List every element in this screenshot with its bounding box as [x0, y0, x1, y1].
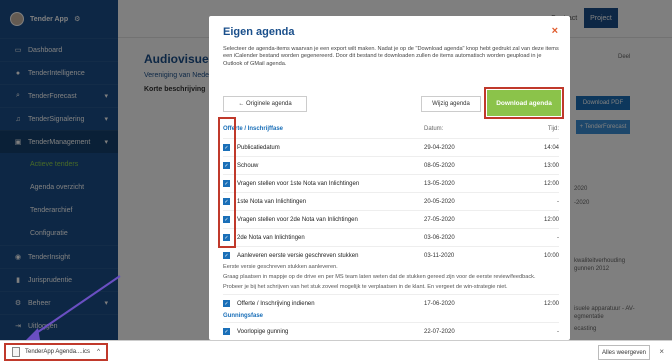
- row-date: 03-06-2020: [424, 234, 455, 241]
- row-label: Publicatiedatum: [237, 144, 280, 151]
- table-row: ✓ Publicatiedatum 29-04-2020 14:04: [223, 138, 559, 156]
- row-label: Schouw: [237, 162, 259, 169]
- table-row: ✓ Aanleveren eerste versie geschreven st…: [223, 246, 559, 264]
- row-time: -: [557, 234, 559, 241]
- downloaded-file[interactable]: TenderApp Agenda....ics ^: [4, 343, 108, 361]
- row-label: Offerte / Inschrijving indienen: [237, 300, 315, 307]
- row-note: Graag plaatsen in mappje op de drive en …: [223, 274, 536, 280]
- row-time: 12:00: [543, 216, 559, 223]
- close-icon[interactable]: ×: [552, 25, 558, 37]
- row-note: Eerste versie geschreven stukken aanleve…: [223, 264, 338, 270]
- table-row: ✓ Schouw 08-05-2020 13:00: [223, 156, 559, 174]
- checkbox[interactable]: ✓: [223, 252, 230, 259]
- edit-agenda-button[interactable]: Wijzig agenda: [421, 96, 481, 112]
- row-label: Voorlopige gunning: [237, 328, 289, 335]
- row-time: 12:00: [543, 180, 559, 187]
- checkbox-highlight: [218, 117, 236, 248]
- arrow-annotation: [26, 275, 121, 340]
- column-header-time: Tijd:: [547, 126, 559, 132]
- row-date: 13-05-2020: [424, 180, 455, 187]
- row-date: 27-05-2020: [424, 216, 455, 223]
- show-all-button[interactable]: Alles weergeven: [598, 345, 650, 360]
- row-label: Vragen stellen voor 1ste Nota van Inlich…: [237, 180, 360, 187]
- modal-description: Selecteer de agenda-items waarvan je een…: [223, 46, 559, 67]
- column-header-date: Datum:: [424, 126, 444, 132]
- file-icon: [12, 347, 20, 357]
- row-date: 22-07-2020: [424, 328, 455, 335]
- table-row: ✓ Voorlopige gunning 22-07-2020 -: [223, 322, 559, 340]
- table-header: Offerte / Inschrijffase Datum: Tijd:: [223, 126, 559, 136]
- row-time: 14:04: [543, 144, 559, 151]
- section-heading: Gunningsfase: [223, 313, 264, 319]
- row-label: Aanleveren eerste versie geschreven stuk…: [237, 252, 359, 259]
- close-icon[interactable]: ×: [659, 347, 664, 356]
- row-label: Vragen stellen voor 2de Nota van Inlicht…: [237, 216, 358, 223]
- row-label: 2de Nota van Inlichtingen: [237, 234, 305, 241]
- checkbox[interactable]: ✓: [223, 328, 230, 335]
- table-row: ✓ Vragen stellen voor 2de Nota van Inlic…: [223, 210, 559, 228]
- download-bar: TenderApp Agenda....ics ^ Alles weergeve…: [0, 340, 672, 363]
- row-label: 1ste Nota van Inlichtingen: [237, 198, 307, 205]
- original-agenda-button[interactable]: ← Originele agenda: [223, 96, 307, 112]
- row-date: 17-06-2020: [424, 300, 455, 307]
- table-row: ✓ Vragen stellen voor 1ste Nota van Inli…: [223, 174, 559, 192]
- row-time: -: [557, 198, 559, 205]
- modal-title: Eigen agenda: [223, 26, 295, 38]
- row-time: 12:00: [543, 300, 559, 307]
- table-row: ✓ 2de Nota van Inlichtingen 03-06-2020 -: [223, 228, 559, 246]
- download-agenda-button[interactable]: Download agenda: [484, 87, 564, 119]
- row-time: 10:00: [543, 252, 559, 259]
- eigen-agenda-modal: Eigen agenda × Selecteer de agenda-items…: [209, 16, 570, 340]
- chevron-up-icon[interactable]: ^: [97, 349, 100, 355]
- row-date: 20-05-2020: [424, 198, 455, 205]
- row-time: -: [557, 328, 559, 335]
- row-date: 03-11-2020: [424, 252, 455, 259]
- row-note: Probeer je bij het schrijven van het stu…: [223, 284, 508, 290]
- checkbox[interactable]: ✓: [223, 300, 230, 307]
- table-row: ✓ Offerte / Inschrijving indienen 17-06-…: [223, 294, 559, 312]
- row-time: 13:00: [543, 162, 559, 169]
- table-row: ✓ 1ste Nota van Inlichtingen 20-05-2020 …: [223, 192, 559, 210]
- file-name: TenderApp Agenda....ics: [25, 349, 91, 355]
- row-date: 08-05-2020: [424, 162, 455, 169]
- row-date: 29-04-2020: [424, 144, 455, 151]
